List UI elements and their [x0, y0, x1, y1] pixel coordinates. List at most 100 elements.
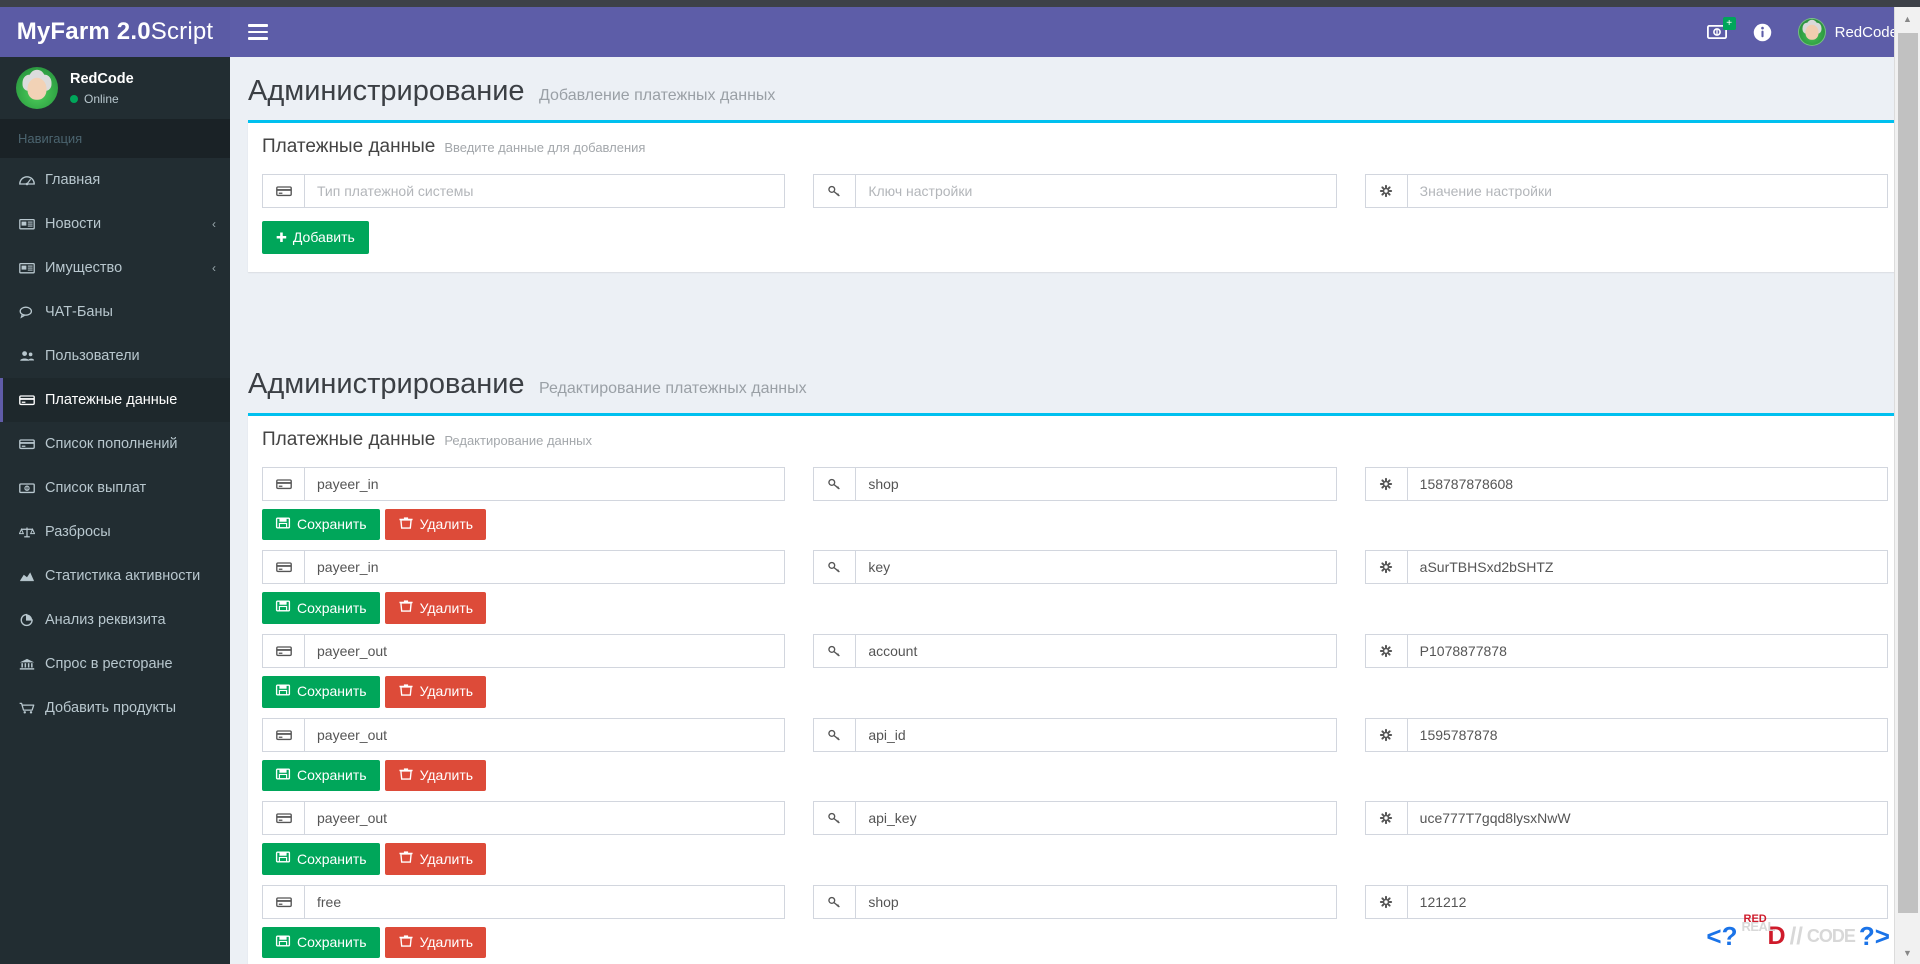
setting-key-col	[813, 550, 1337, 585]
save-button[interactable]: Сохранить	[262, 592, 380, 624]
edit-row-fields	[262, 801, 1888, 836]
table-row: Сохранить Удалить	[262, 801, 1888, 875]
save-button[interactable]: Сохранить	[262, 926, 380, 959]
payment-type-input[interactable]	[304, 633, 786, 668]
sidebar: RedCode Online Навигация Главная Новости ‹…	[0, 57, 230, 964]
table-row: Сохранить Удалить	[262, 550, 1888, 624]
delete-button[interactable]: Удалить	[384, 508, 487, 541]
delete-button[interactable]: Удалить	[384, 592, 487, 624]
add-form-row	[262, 174, 1888, 208]
gear-icon	[1364, 717, 1407, 752]
sidebar-item-10[interactable]: Статистика активности	[0, 554, 230, 598]
scroll-up-arrow-icon[interactable]: ▲	[1895, 7, 1920, 30]
sidebar-toggle-icon[interactable]	[248, 19, 274, 45]
edit-box-body: СохранитьУдалитьСохранитьУдалитьСохранит…	[248, 459, 1902, 964]
setting-key-input[interactable]	[855, 466, 1337, 501]
sidebar-item-7[interactable]: Список пополнений	[0, 422, 230, 466]
sidebar-item-6[interactable]: Платежные данные	[0, 378, 230, 422]
setting-key-input[interactable]	[855, 801, 1337, 836]
setting-key-input[interactable]	[855, 717, 1337, 752]
payment-type-col	[262, 801, 786, 836]
delete-button[interactable]: Удалить	[384, 675, 487, 708]
sidebar-item-13[interactable]: Добавить продукты	[0, 686, 230, 730]
sidebar-item-9[interactable]: Разбросы	[0, 510, 230, 554]
sidebar-item-2[interactable]: Новости ‹	[0, 202, 230, 246]
add-button[interactable]: ✚ Добавить	[262, 221, 369, 254]
setting-value-input[interactable]	[1406, 884, 1888, 919]
edit-section-body: Платежные данные Редактирование данных С…	[230, 412, 1920, 964]
add-input-3[interactable]	[1406, 174, 1888, 208]
add-payment-box: Платежные данные Введите данные для доба…	[248, 120, 1902, 272]
payment-type-input[interactable]	[304, 884, 786, 919]
newspaper-icon	[19, 217, 45, 231]
save-button[interactable]: Сохранить	[262, 508, 380, 541]
setting-key-col	[813, 884, 1337, 919]
row-actions: Сохранить Удалить	[262, 592, 1888, 624]
window-top-strip	[0, 0, 1920, 7]
credit-card-icon	[19, 393, 45, 407]
delete-button[interactable]: Удалить	[384, 843, 487, 875]
floppy-disk-icon	[275, 599, 291, 617]
chevron-left-icon: ‹	[212, 261, 216, 275]
save-button-label: Сохранить	[297, 599, 367, 616]
scrollbar-thumb[interactable]	[1898, 33, 1918, 913]
sidebar-nav-header: Навигация	[0, 119, 230, 158]
setting-value-input[interactable]	[1406, 466, 1888, 501]
credit-card-icon	[262, 801, 304, 836]
scroll-down-arrow-icon[interactable]: ▼	[1895, 941, 1920, 964]
delete-button[interactable]: Удалить	[384, 926, 487, 959]
header-user-menu[interactable]: RedCode	[1797, 18, 1898, 46]
shopping-cart-icon	[19, 701, 45, 715]
setting-value-col	[1364, 717, 1888, 752]
setting-key-input[interactable]	[855, 884, 1337, 919]
sidebar-item-label: Главная	[45, 172, 101, 188]
add-field-col-1	[262, 174, 786, 208]
app-logo[interactable]: MyFarm 2.0 Script	[0, 7, 230, 57]
payment-type-input[interactable]	[304, 801, 786, 836]
main-header: MyFarm 2.0 Script + RedCode	[0, 7, 1920, 57]
page-scrollbar[interactable]: ▲ ▼	[1894, 7, 1920, 964]
delete-button[interactable]: Удалить	[384, 759, 487, 792]
content-area: Администрирование Добавление платежных д…	[230, 57, 1920, 964]
payment-type-input[interactable]	[304, 550, 786, 585]
setting-value-input[interactable]	[1406, 550, 1888, 585]
setting-value-col	[1364, 884, 1888, 919]
setting-value-group	[1364, 717, 1888, 752]
row-actions: Сохранить Удалить	[262, 759, 1888, 792]
setting-value-input[interactable]	[1406, 717, 1888, 752]
sidebar-user-panel[interactable]: RedCode Online	[0, 57, 230, 119]
key-icon	[813, 884, 856, 919]
row-actions: Сохранить Удалить	[262, 843, 1888, 875]
edit-section-header: Администрирование Редактирование платежн…	[230, 350, 1920, 413]
sidebar-item-1[interactable]: Главная	[0, 158, 230, 202]
setting-key-input[interactable]	[855, 550, 1337, 585]
sidebar-item-12[interactable]: Спрос в ресторане	[0, 642, 230, 686]
payment-type-input[interactable]	[304, 717, 786, 752]
save-button[interactable]: Сохранить	[262, 675, 380, 708]
balance-scale-icon	[19, 525, 45, 539]
add-box-body: ✚ Добавить	[248, 166, 1902, 272]
payment-type-group	[262, 466, 786, 501]
setting-key-input[interactable]	[855, 633, 1337, 668]
page-subtitle: Редактирование платежных данных	[539, 379, 807, 397]
info-circle-icon[interactable]	[1753, 23, 1772, 42]
sidebar-item-5[interactable]: Пользователи	[0, 334, 230, 378]
sidebar-item-11[interactable]: Анализ реквизита	[0, 598, 230, 642]
sidebar-item-4[interactable]: ЧАТ-Баны	[0, 290, 230, 334]
key-icon	[813, 633, 856, 668]
edit-box-header: Платежные данные Редактирование данных	[248, 416, 1902, 459]
setting-value-input[interactable]	[1406, 801, 1888, 836]
setting-value-input[interactable]	[1406, 633, 1888, 668]
sidebar-item-3[interactable]: Имущество ‹	[0, 246, 230, 290]
area-chart-icon	[19, 569, 45, 583]
save-button[interactable]: Сохранить	[262, 843, 380, 875]
sidebar-item-8[interactable]: Список выплат	[0, 466, 230, 510]
sidebar-item-label: Статистика активности	[45, 568, 201, 584]
payment-type-input[interactable]	[304, 466, 786, 501]
save-button[interactable]: Сохранить	[262, 759, 380, 792]
setting-value-group	[1364, 466, 1888, 501]
setting-value-group	[1364, 801, 1888, 836]
add-input-1[interactable]	[304, 174, 786, 208]
money-bill-icon[interactable]: +	[1706, 17, 1736, 39]
add-input-2[interactable]	[855, 174, 1337, 208]
